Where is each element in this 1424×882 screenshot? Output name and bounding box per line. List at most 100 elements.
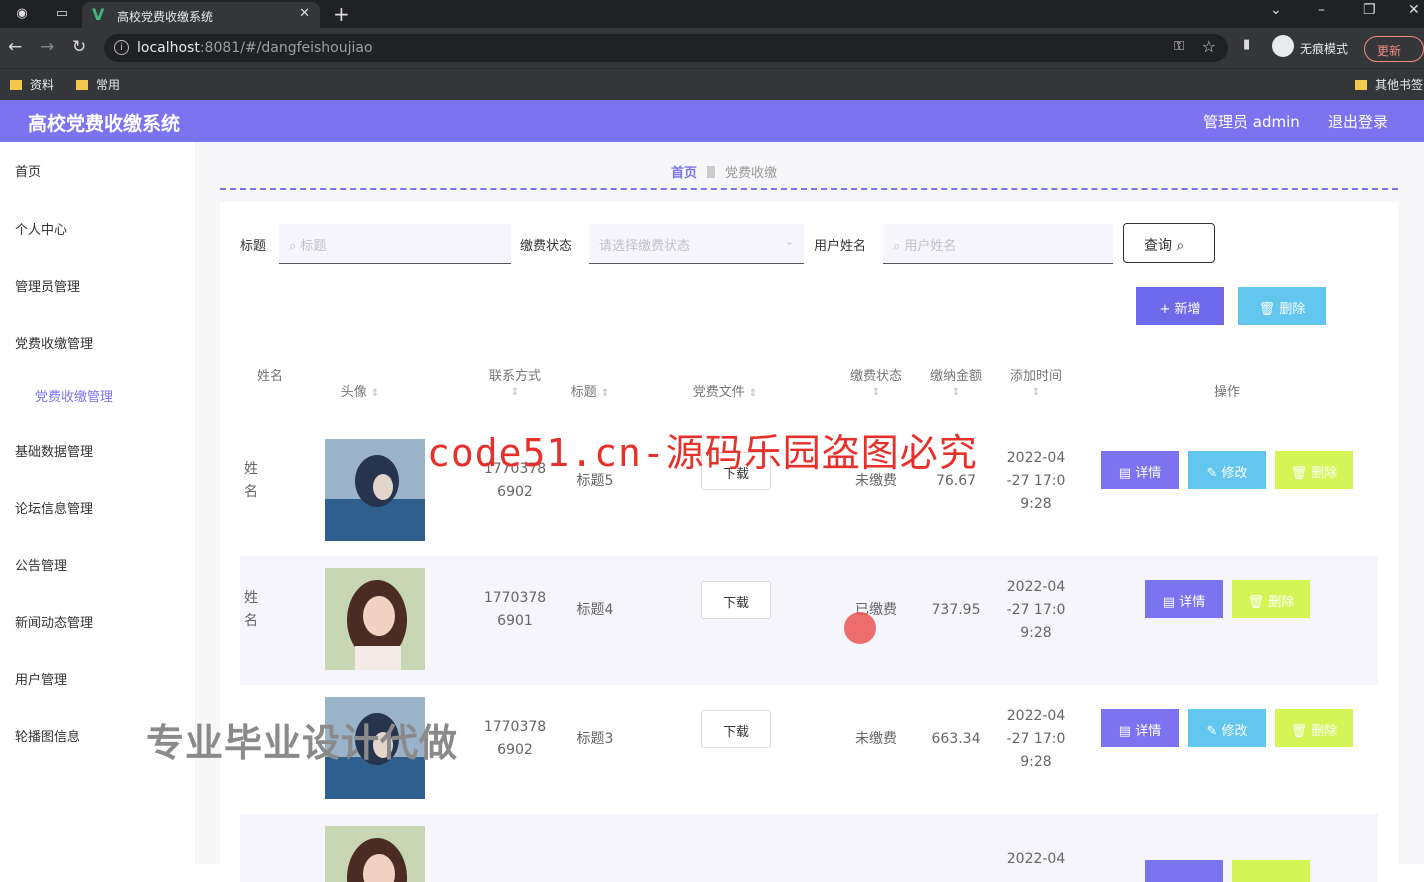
sidebar-subitem-dues[interactable]: 党费收缴管理 (35, 386, 113, 405)
column-header-file[interactable]: 党费文件 ⇕ (670, 381, 780, 400)
sort-icon[interactable]: ⇕ (511, 387, 519, 398)
sidebar-item-news[interactable]: 新闻动态管理 (15, 612, 93, 631)
sidebar-item-forum[interactable]: 论坛信息管理 (15, 498, 93, 517)
sort-icon[interactable]: ⇕ (1032, 387, 1040, 398)
edit-button[interactable]: ✎ 修改 (1188, 709, 1266, 747)
browser-tab-strip: ◉ ▭ V 高校党费收缴系统 ✕ + ⌄ – ❐ ✕ (0, 0, 1424, 28)
current-user: 管理员 admin (1203, 113, 1300, 131)
sort-icon[interactable]: ⇕ (371, 388, 379, 399)
folder-icon (1355, 80, 1367, 90)
sort-icon[interactable]: ⇕ (952, 387, 960, 398)
sidebar-item-dues[interactable]: 党费收缴管理 (15, 333, 93, 352)
browser-menu-icon[interactable]: ◉ (12, 4, 32, 24)
sidebar-panel-icon[interactable]: ▮ (1243, 37, 1250, 52)
query-button[interactable]: 查询 ⌕ (1123, 223, 1215, 263)
address-bar: ← → ↻ i localhost:8081/#/dangfeishoujiao… (0, 28, 1424, 68)
url-input[interactable]: i localhost:8081/#/dangfeishoujiao ⚿ ☆ (104, 34, 1228, 62)
breadcrumb-home[interactable]: 首页 (671, 166, 697, 181)
batch-delete-button[interactable]: 🗑 删除 (1238, 287, 1326, 325)
back-icon[interactable]: ← (8, 37, 22, 57)
tab-list-chevron-icon[interactable]: ⌄ (1270, 2, 1282, 18)
table-row: 2022-04 (240, 814, 1378, 882)
column-header-status[interactable]: 缴费状态 ⇕ (840, 365, 912, 399)
sort-icon[interactable]: ⇕ (601, 388, 609, 399)
logout-link[interactable]: 退出登录 (1328, 111, 1388, 132)
delete-button[interactable]: 🗑 删除 (1275, 709, 1353, 747)
detail-button[interactable]: ▤ 详情 (1145, 580, 1223, 618)
sort-icon[interactable]: ⇕ (749, 388, 757, 399)
column-header-title[interactable]: 标题 ⇕ (550, 381, 630, 400)
delete-button[interactable]: 🗑 删除 (1275, 451, 1353, 489)
incognito-label: 无痕模式 (1300, 42, 1349, 56)
name-filter-label: 用户姓名 (814, 239, 867, 254)
sidebar-item-notice[interactable]: 公告管理 (15, 555, 67, 574)
download-button[interactable]: 下载 (701, 581, 771, 619)
sidebar-item-users[interactable]: 用户管理 (15, 669, 67, 688)
tab-close-icon[interactable]: ✕ (299, 6, 310, 21)
title-filter-input[interactable]: ⌕ 标题 (279, 224, 511, 264)
bookmark-folder-changyong[interactable]: 常用 (76, 76, 120, 93)
delete-button[interactable]: 🗑 删除 (1232, 580, 1310, 618)
search-icon: ⌕ (1176, 238, 1185, 254)
window-close-icon[interactable]: ✕ (1408, 2, 1420, 18)
table-row: 姓名 1770378 6901 标题4 下载 已缴费 737.95 2022-04… (240, 556, 1378, 685)
detail-button[interactable] (1145, 860, 1223, 882)
cell-title: 标题3 (576, 731, 614, 747)
detail-button[interactable]: ▤ 详情 (1101, 451, 1179, 489)
update-button[interactable]: 更新 (1364, 36, 1424, 62)
cell-status: 未缴费 (855, 731, 897, 747)
password-key-icon[interactable]: ⚿ (1174, 39, 1184, 54)
download-button[interactable]: 下载 (701, 710, 771, 748)
site-info-icon[interactable]: i (114, 40, 129, 55)
watermark-grey-text: 专业毕业设计代做 (146, 721, 459, 765)
breadcrumb-current: 党费收缴 (725, 166, 778, 181)
edit-button[interactable]: ✎ 修改 (1188, 451, 1266, 489)
sidebar-item-admin[interactable]: 管理员管理 (15, 276, 80, 295)
tab-title: 高校党费收缴系统 (117, 10, 214, 24)
cell-phone: 1770378 6901 (483, 590, 547, 629)
bookmark-star-icon[interactable]: ☆ (1202, 37, 1216, 56)
column-header-avatar[interactable]: 头像 ⇕ (310, 381, 410, 400)
column-header-time[interactable]: 添加时间 ⇕ (1000, 365, 1072, 399)
browser-tab[interactable]: V 高校党费收缴系统 ✕ (82, 2, 320, 28)
reload-icon[interactable]: ↻ (72, 37, 86, 57)
sidebar-item-home[interactable]: 首页 (15, 161, 41, 180)
cell-amount: 663.34 (931, 731, 981, 747)
minimize-icon[interactable]: – (1318, 2, 1325, 18)
restore-icon[interactable]: ❐ (1363, 2, 1376, 18)
cell-time: 2022-04 (1006, 851, 1066, 867)
sidebar-item-basedata[interactable]: 基础数据管理 (15, 441, 93, 460)
trash-icon: 🗑 (1290, 724, 1312, 739)
search-icon: ⌕ (289, 239, 301, 254)
status-filter-select[interactable]: 请选择缴费状态 ⌄ (589, 224, 804, 264)
app-header: 高校党费收缴系统 管理员 admin 退出登录 (0, 100, 1424, 142)
column-header-actions: 操作 (1213, 385, 1240, 400)
detail-button[interactable]: ▤ 详情 (1101, 709, 1179, 747)
add-button[interactable]: + 新增 (1136, 287, 1224, 325)
tab-search-icon[interactable]: ▭ (52, 4, 72, 24)
status-filter-placeholder: 请选择缴费状态 (599, 239, 691, 254)
cell-time: 2022-04 -27 17:0 9:28 (1006, 450, 1066, 512)
delete-button[interactable] (1232, 860, 1310, 882)
pencil-icon: ✎ (1206, 724, 1222, 739)
name-filter-input[interactable]: ⌕ 用户姓名 (883, 224, 1113, 264)
incognito-avatar-icon[interactable] (1272, 35, 1294, 57)
column-header-amount[interactable]: 缴纳金额 ⇕ (920, 365, 992, 399)
sidebar-item-carousel[interactable]: 轮播图信息 (15, 726, 80, 745)
title-filter-placeholder: ⌕ 标题 (289, 239, 327, 254)
pencil-icon: ✎ (1206, 466, 1222, 481)
click-indicator (844, 612, 876, 644)
bookmark-folder-ziliao[interactable]: 资料 (10, 76, 54, 93)
sort-icon[interactable]: ⇕ (872, 387, 880, 398)
trash-icon: 🗑 (1290, 466, 1312, 481)
new-tab-icon[interactable]: + (333, 2, 350, 26)
column-header-name[interactable]: 姓名 (240, 365, 300, 384)
other-bookmarks[interactable]: 其他书签 (1355, 76, 1423, 93)
sidebar-item-profile[interactable]: 个人中心 (15, 219, 67, 238)
cell-phone: 1770378 6902 (483, 719, 547, 758)
avatar (325, 568, 425, 670)
forward-icon[interactable]: → (40, 37, 54, 57)
folder-icon (76, 80, 88, 90)
chevron-down-icon: ⌄ (784, 235, 794, 248)
status-filter-label: 缴费状态 (520, 239, 573, 254)
